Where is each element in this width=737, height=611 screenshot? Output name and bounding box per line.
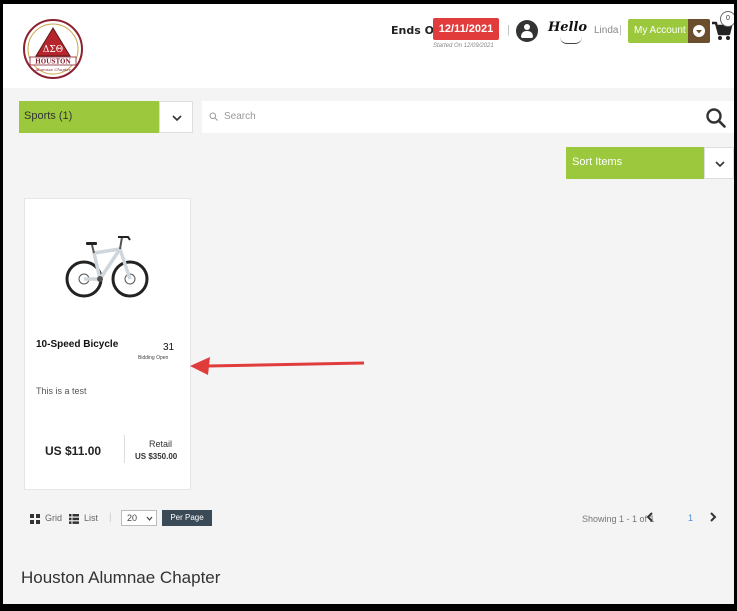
retail-value: US $350.00 [135,452,178,461]
list-view-label[interactable]: List [84,513,98,523]
chevron-down-icon [172,115,182,122]
chevron-down-icon [715,161,725,168]
frame-border-bottom [0,604,737,611]
toolbar-separator: | [109,512,112,523]
auction-start-date: Started On 12/09/2021 [433,43,494,49]
search-bar[interactable]: Search [202,101,734,133]
sorority-logo[interactable]: ΔΣΘ HOUSTON Alumnae Chapter [22,18,84,80]
sort-items-select[interactable]: Sort Items [566,147,734,179]
sort-dropdown-toggle[interactable] [704,147,734,179]
sort-items-label: Sort Items [572,156,623,168]
items-per-page-value: 20 [127,513,138,523]
user-name: Linda [594,25,619,36]
header-separator: | [619,24,622,36]
bid-count: 31 [163,342,175,353]
chapter-name-heading: Houston Alumnae Chapter [21,568,221,587]
items-per-page-select[interactable]: 20 [121,510,157,526]
retail-label: Retail [149,439,173,449]
frame-border-left [0,0,3,611]
svg-text:Alumnae Chapter: Alumnae Chapter [34,67,72,72]
current-bid-price: US $11.00 [45,444,102,458]
chevron-left-icon[interactable] [646,512,654,522]
chevron-down-circle-icon [693,25,705,37]
avatar-head [524,24,530,30]
product-card[interactable]: 10-Speed Bicycle 31 Bidding Open This is… [24,198,191,490]
price-divider [124,435,125,463]
bicycle-image[interactable] [64,227,150,307]
product-name[interactable]: 10-Speed Bicycle [36,339,118,350]
product-description: This is a test [36,386,87,396]
results-count: Showing 1 - 1 of 1 [582,514,655,524]
search-input[interactable]: Search [224,111,256,122]
svg-text:HOUSTON: HOUSTON [35,59,71,66]
per-page-button[interactable]: Per Page [162,510,212,526]
avatar-body [521,31,533,38]
my-account-label: My Account [634,25,686,36]
grid-view-label[interactable]: Grid [45,513,62,523]
category-dropdown-toggle[interactable] [159,101,193,133]
auction-end-date-badge: 12/11/2021 [433,18,499,40]
annotation-arrow [190,357,365,375]
user-avatar-icon[interactable] [516,20,538,42]
list-view-icon[interactable] [69,514,79,524]
hello-greeting: Hello [548,20,588,35]
my-account-button[interactable]: My Account [628,19,710,43]
header-separator: | [507,24,510,36]
frame-border-top [0,0,737,4]
chevron-right-icon[interactable] [709,512,717,522]
category-select[interactable]: Sports (1) [19,101,193,133]
pagination-page-1[interactable]: 1 [688,513,693,523]
chevron-down-icon [146,516,153,521]
category-select-value: Sports (1) [24,110,73,122]
account-dropdown-toggle[interactable] [688,19,710,43]
search-submit-icon[interactable] [705,107,727,129]
hello-swash-decoration [560,37,582,44]
svg-text:ΔΣΘ: ΔΣΘ [43,45,63,55]
search-icon [209,112,218,121]
bidding-status: Bidding Open [138,355,169,361]
grid-view-icon[interactable] [30,514,40,524]
